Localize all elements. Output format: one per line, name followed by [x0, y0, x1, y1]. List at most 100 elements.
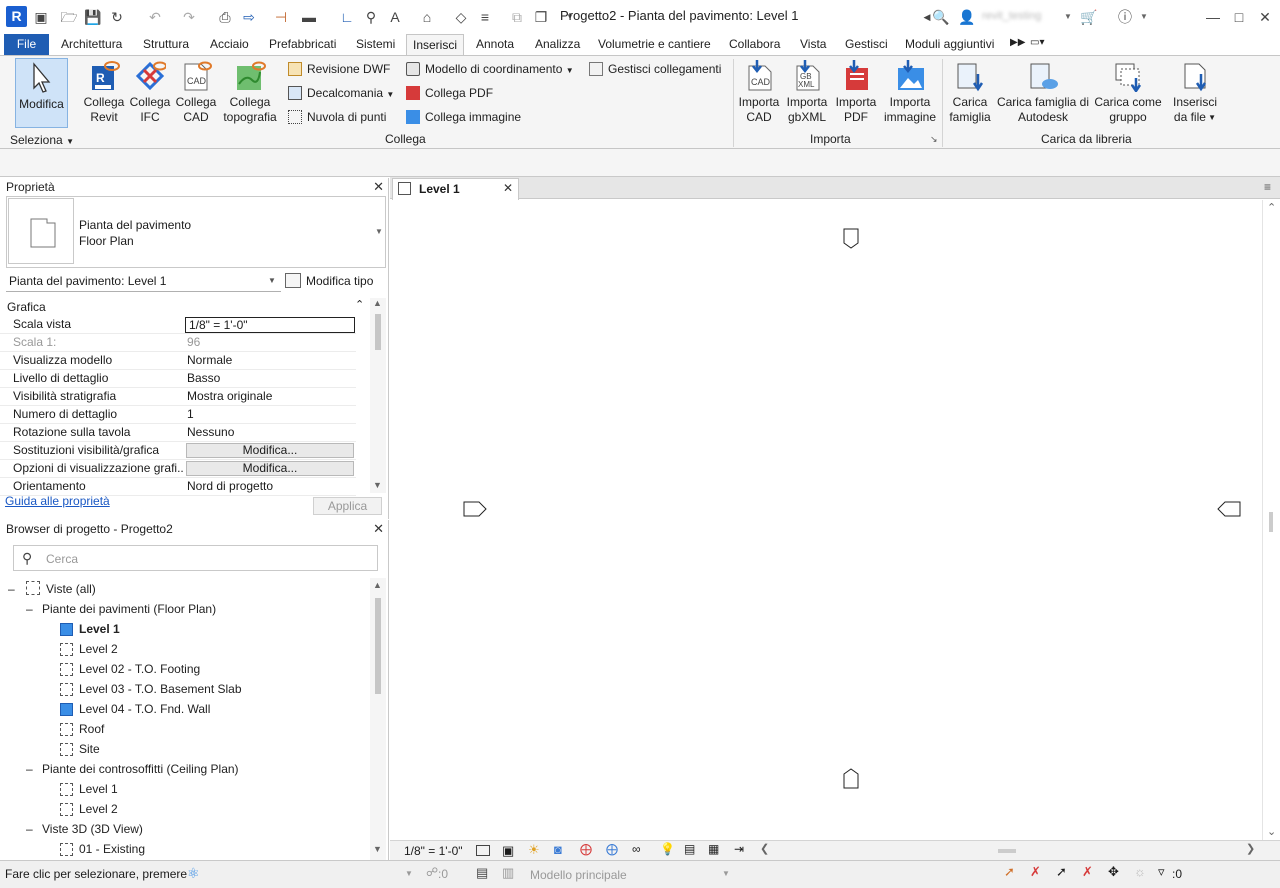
visual-style-icon[interactable]: ▣ [502, 843, 514, 859]
user-dropdown-icon[interactable]: ▼ [1064, 12, 1072, 21]
browser-search-input[interactable]: ⚲ Cerca [13, 545, 378, 571]
import-cad-button[interactable]: CAD Importa CAD [735, 60, 783, 125]
home-icon[interactable]: ▣ [32, 8, 50, 26]
more-tabs-icon[interactable]: ▶▶ [1010, 37, 1025, 48]
tree-item[interactable]: Site [79, 742, 100, 756]
scroll-thumb[interactable] [375, 314, 381, 350]
tab-acciaio[interactable]: Acciaio [210, 37, 249, 51]
link-image-button[interactable]: Collega immagine [406, 108, 521, 126]
constraints-icon[interactable]: ⇥ [734, 842, 744, 856]
section-icon[interactable]: ◇ [452, 8, 470, 26]
load-autodesk-family-button[interactable]: Carica famiglia di Autodesk [996, 60, 1090, 125]
load-as-group-button[interactable]: Carica come gruppo [1094, 60, 1162, 125]
tab-architettura[interactable]: Architettura [61, 37, 122, 51]
view-tabs-menu-icon[interactable]: ≡ [1264, 180, 1271, 194]
property-value[interactable]: Normale [187, 352, 355, 369]
select-links-icon[interactable]: ➚ [1004, 864, 1015, 880]
tab-inserisci[interactable]: Inserisci [406, 34, 464, 56]
manage-links-button[interactable]: Gestisci collegamenti [589, 60, 721, 78]
tree-item[interactable]: 01 - Existing [79, 842, 145, 856]
property-value[interactable]: Nord di progetto [187, 478, 355, 495]
sync-icon[interactable]: ↻ [108, 8, 126, 26]
import-settings-icon[interactable]: ↘ [930, 134, 938, 145]
tab-sistemi[interactable]: Sistemi [356, 37, 395, 51]
aligned-dimension-icon[interactable]: ⊣ [272, 8, 290, 26]
panel-toggle-icon[interactable]: ▭▾ [1030, 37, 1044, 48]
load-family-button[interactable]: Carica famiglia [944, 60, 996, 125]
user-icon[interactable]: 👤 [958, 8, 976, 26]
tab-gestisci[interactable]: Gestisci [845, 37, 888, 51]
elevation-marker-south[interactable] [843, 768, 859, 789]
type-selector-dropdown-icon[interactable]: ▼ [375, 227, 383, 236]
property-edit-button[interactable]: Modifica... [186, 443, 354, 458]
collapse-icon[interactable]: – [8, 582, 15, 596]
filter-icon[interactable]: ▿ [1158, 864, 1165, 880]
link-topography-button[interactable]: Collega topografia [218, 60, 282, 125]
elevation-marker-east[interactable] [1217, 501, 1241, 517]
hscroll-left-icon[interactable]: ❮ [760, 842, 769, 855]
angular-dimension-icon[interactable]: ∟ [338, 8, 356, 26]
elevation-marker-west[interactable] [463, 501, 487, 517]
close-hidden-icon[interactable]: ⧉ [508, 8, 526, 26]
tree-item[interactable]: Level 1 [79, 622, 120, 636]
decal-button[interactable]: Decalcomania ▼ [288, 84, 394, 102]
tag-icon[interactable]: ⚲ [362, 8, 380, 26]
scroll-down-icon[interactable]: ▼ [373, 844, 382, 854]
tree-group-floor-plans[interactable]: Piante dei pavimenti (Floor Plan) [42, 602, 216, 616]
tree-item[interactable]: Level 2 [79, 642, 118, 656]
view-tab-level1[interactable]: Level 1 ✕ [392, 178, 519, 200]
browser-scrollbar[interactable]: ▲ ▼ [370, 578, 386, 860]
tree-group-ceiling-plans[interactable]: Piante dei controsoffitti (Ceiling Plan) [42, 762, 239, 776]
help-icon[interactable]: ⓘ [1116, 8, 1134, 26]
design-options-icon[interactable]: ▥ [502, 865, 514, 881]
tree-item[interactable]: Level 2 [79, 802, 118, 816]
workset-dropdown-icon[interactable]: ▼ [405, 869, 413, 878]
measure-icon[interactable]: ▬ [300, 8, 318, 26]
select-pinned-icon[interactable]: ➚ [1056, 864, 1067, 880]
reveal-hidden-icon[interactable]: ▤ [684, 842, 695, 856]
property-edit-button[interactable]: Modifica... [186, 461, 354, 476]
unlock-3d-icon[interactable]: ∞ [632, 842, 641, 856]
print-icon[interactable]: ⎙ [216, 8, 234, 26]
property-value[interactable]: Mostra originale [187, 388, 355, 405]
property-value[interactable]: Nessuno [187, 424, 355, 441]
scroll-up-icon[interactable]: ▲ [373, 298, 382, 308]
scroll-down-icon[interactable]: ▼ [373, 480, 382, 490]
cart-icon[interactable]: 🛒 [1080, 8, 1098, 26]
scroll-up-icon[interactable]: ⌃ [1267, 201, 1276, 214]
tree-item[interactable]: Level 1 [79, 782, 118, 796]
drawing-canvas[interactable] [390, 200, 1262, 840]
type-selector[interactable]: Pianta del pavimento Floor Plan ▼ [6, 196, 386, 268]
select-underlay-icon[interactable]: ✗ [1030, 864, 1041, 880]
detail-level-icon[interactable] [476, 845, 490, 856]
user-name[interactable]: revit_testing [982, 10, 1041, 22]
hscroll-right-icon[interactable]: ❯ [1246, 842, 1255, 855]
graphics-group-header[interactable]: Grafica ⌃ [0, 298, 370, 316]
status-assistant-icon[interactable]: ⚛ [187, 865, 200, 882]
save-icon[interactable]: 💾 [84, 8, 102, 26]
properties-help-link[interactable]: Guida alle proprietà [5, 494, 110, 508]
switch-windows-icon[interactable]: ❐ [532, 8, 550, 26]
tab-annota[interactable]: Annota [476, 37, 514, 51]
drag-elements-icon[interactable]: ✥ [1108, 864, 1119, 880]
dwf-markup-button[interactable]: Revisione DWF [288, 60, 390, 78]
property-value[interactable]: 1 [187, 406, 355, 423]
collapse-group-icon[interactable]: ⌃ [355, 298, 364, 311]
tree-item[interactable]: Level 02 - T.O. Footing [79, 662, 200, 676]
browser-close-icon[interactable]: ✕ [373, 521, 384, 537]
select-by-face-icon[interactable]: ✗ [1082, 864, 1093, 880]
elevation-marker-north[interactable] [843, 228, 859, 249]
instance-filter-dropdown[interactable]: Pianta del pavimento: Level 1 ▼ [6, 272, 281, 292]
view-scale[interactable]: 1/8" = 1'-0" [404, 844, 463, 858]
temporary-hide-icon[interactable]: 💡 [660, 842, 675, 856]
background-process-icon[interactable]: ☼ [1134, 864, 1146, 879]
properties-scrollbar[interactable]: ▲ ▼ [370, 298, 386, 493]
collapse-icon[interactable]: – [26, 602, 33, 616]
collapse-icon[interactable]: – [26, 762, 33, 776]
view-tab-close-icon[interactable]: ✕ [503, 181, 513, 195]
tab-analizza[interactable]: Analizza [535, 37, 580, 51]
export-icon[interactable]: ⇨ [240, 8, 258, 26]
scroll-down-icon[interactable]: ⌄ [1267, 825, 1276, 838]
point-cloud-button[interactable]: Nuvola di punti [288, 108, 386, 126]
minimize-icon[interactable]: — [1204, 8, 1222, 26]
